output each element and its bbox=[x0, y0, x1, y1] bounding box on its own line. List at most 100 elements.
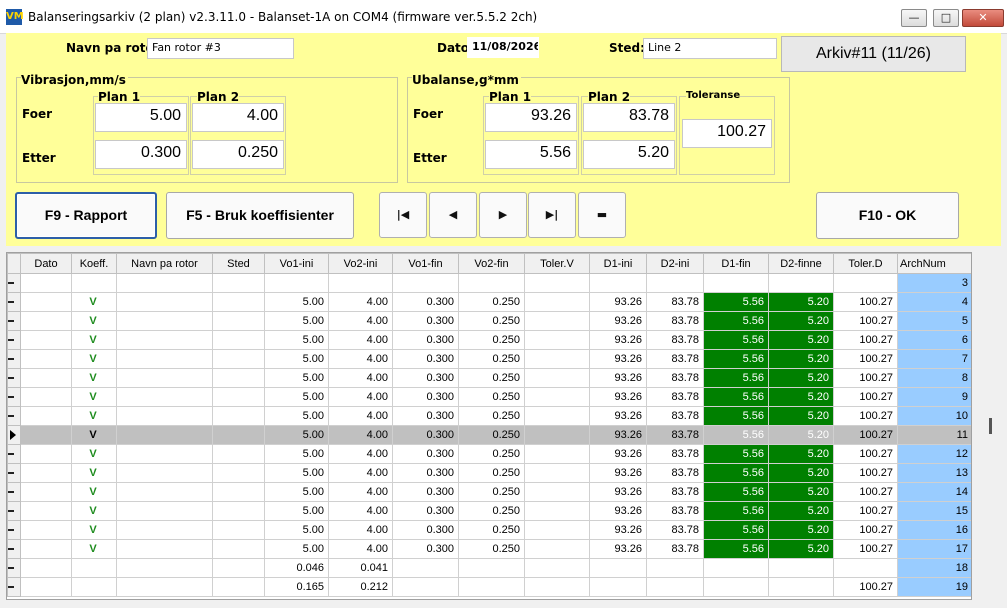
cell-told[interactable] bbox=[833, 558, 898, 578]
cell-d2f[interactable]: 5.20 bbox=[768, 406, 834, 426]
cell-vo2f[interactable]: 0.250 bbox=[458, 368, 525, 388]
cell-d1i[interactable]: 93.26 bbox=[589, 368, 647, 388]
cell-d1i[interactable]: 93.26 bbox=[589, 311, 647, 331]
cell-arch[interactable]: 9 bbox=[897, 387, 971, 407]
cell-sted[interactable] bbox=[212, 520, 265, 540]
cell-tolv[interactable] bbox=[524, 463, 590, 483]
cell-navn[interactable] bbox=[116, 330, 213, 350]
row-indicator[interactable] bbox=[7, 463, 21, 483]
cell-vo2f[interactable]: 0.250 bbox=[458, 406, 525, 426]
cell-vo2f[interactable]: 0.250 bbox=[458, 501, 525, 521]
cell-vo2f[interactable]: 0.250 bbox=[458, 463, 525, 483]
cell-d1i[interactable]: 93.26 bbox=[589, 292, 647, 312]
cell-vo1f[interactable]: 0.300 bbox=[392, 349, 459, 369]
cell-dato[interactable] bbox=[20, 406, 72, 426]
cell-vo2i[interactable]: 4.00 bbox=[328, 292, 393, 312]
cell-tolv[interactable] bbox=[524, 577, 590, 597]
cell-vo1i[interactable]: 5.00 bbox=[264, 349, 329, 369]
cell-d2i[interactable]: 83.78 bbox=[646, 406, 704, 426]
col-header[interactable]: Toler.D bbox=[833, 253, 898, 274]
cell-dato[interactable] bbox=[20, 292, 72, 312]
cell-vo1f[interactable]: 0.300 bbox=[392, 368, 459, 388]
cell-vo2f[interactable]: 0.250 bbox=[458, 520, 525, 540]
cell-vo2i[interactable]: 4.00 bbox=[328, 425, 393, 445]
cell-told[interactable]: 100.27 bbox=[833, 444, 898, 464]
cell-arch[interactable]: 3 bbox=[897, 273, 971, 293]
cell-navn[interactable] bbox=[116, 482, 213, 502]
cell-d2f[interactable]: 5.20 bbox=[768, 520, 834, 540]
cell-vo1i[interactable]: 5.00 bbox=[264, 387, 329, 407]
cell-d2i[interactable]: 83.78 bbox=[646, 387, 704, 407]
cell-tolv[interactable] bbox=[524, 444, 590, 464]
cell-vo2f[interactable]: 0.250 bbox=[458, 482, 525, 502]
cell-vo2i[interactable] bbox=[328, 273, 393, 293]
table-row[interactable]: V 5.00 4.00 0.300 0.250 93.26 83.78 5.56 5.20 100… bbox=[7, 482, 971, 502]
cell-d1i[interactable]: 93.26 bbox=[589, 501, 647, 521]
cell-koeff[interactable]: V bbox=[71, 330, 117, 350]
cell-vo2i[interactable]: 0.212 bbox=[328, 577, 393, 597]
cell-arch[interactable]: 4 bbox=[897, 292, 971, 312]
cell-navn[interactable] bbox=[116, 463, 213, 483]
row-indicator[interactable] bbox=[7, 273, 21, 293]
table-row[interactable]: V 5.00 4.00 0.300 0.250 93.26 83.78 5.56 5.20 100… bbox=[7, 501, 971, 521]
cell-navn[interactable] bbox=[116, 577, 213, 597]
cell-told[interactable]: 100.27 bbox=[833, 425, 898, 445]
cell-told[interactable]: 100.27 bbox=[833, 311, 898, 331]
cell-navn[interactable] bbox=[116, 273, 213, 293]
cell-vo1i[interactable]: 5.00 bbox=[264, 311, 329, 331]
cell-sted[interactable] bbox=[212, 425, 265, 445]
cell-d1i[interactable]: 93.26 bbox=[589, 349, 647, 369]
cell-sted[interactable] bbox=[212, 444, 265, 464]
cell-vo1f[interactable]: 0.300 bbox=[392, 406, 459, 426]
cell-d2i[interactable]: 83.78 bbox=[646, 425, 704, 445]
prev-record-button[interactable]: ◀ bbox=[429, 192, 477, 238]
cell-dato[interactable] bbox=[20, 330, 72, 350]
cell-d2f[interactable] bbox=[768, 273, 834, 293]
cell-koeff[interactable]: V bbox=[71, 444, 117, 464]
table-row[interactable]: V 5.00 4.00 0.300 0.250 93.26 83.78 5.56 5.20 100… bbox=[7, 406, 971, 426]
cell-d1f[interactable]: 5.56 bbox=[703, 501, 769, 521]
table-row[interactable]: V 5.00 4.00 0.300 0.250 93.26 83.78 5.56 5.20 100… bbox=[7, 387, 971, 407]
cell-d2f[interactable]: 5.20 bbox=[768, 292, 834, 312]
table-row[interactable]: 0.046 0.041 18 bbox=[7, 558, 971, 578]
row-indicator[interactable] bbox=[7, 349, 21, 369]
cell-d2i[interactable] bbox=[646, 577, 704, 597]
cell-d2f[interactable]: 5.20 bbox=[768, 482, 834, 502]
cell-koeff[interactable]: V bbox=[71, 501, 117, 521]
cell-vo2i[interactable]: 4.00 bbox=[328, 520, 393, 540]
cell-koeff[interactable]: V bbox=[71, 292, 117, 312]
cell-arch[interactable]: 11 bbox=[897, 425, 971, 445]
cell-navn[interactable] bbox=[116, 501, 213, 521]
cell-told[interactable]: 100.27 bbox=[833, 539, 898, 559]
cell-told[interactable] bbox=[833, 273, 898, 293]
cell-tolv[interactable] bbox=[524, 311, 590, 331]
cell-d2f[interactable]: 5.20 bbox=[768, 444, 834, 464]
cell-d2i[interactable]: 83.78 bbox=[646, 444, 704, 464]
col-header[interactable]: Navn pa rotor bbox=[116, 253, 213, 274]
cell-tolv[interactable] bbox=[524, 425, 590, 445]
cell-d1f[interactable]: 5.56 bbox=[703, 520, 769, 540]
cell-vo2f[interactable]: 0.250 bbox=[458, 387, 525, 407]
scrollbar-thumb[interactable] bbox=[989, 418, 992, 434]
cell-tolv[interactable] bbox=[524, 520, 590, 540]
cell-koeff[interactable]: V bbox=[71, 387, 117, 407]
cell-vo2i[interactable]: 4.00 bbox=[328, 368, 393, 388]
row-indicator[interactable] bbox=[7, 330, 21, 350]
ok-button[interactable]: F10 - OK bbox=[816, 192, 959, 239]
cell-told[interactable]: 100.27 bbox=[833, 349, 898, 369]
maximize-button[interactable]: □ bbox=[933, 9, 959, 27]
cell-d1i[interactable]: 93.26 bbox=[589, 520, 647, 540]
table-row[interactable]: V 5.00 4.00 0.300 0.250 93.26 83.78 5.56 5.20 100… bbox=[7, 330, 971, 350]
col-header[interactable]: D1-fin bbox=[703, 253, 769, 274]
cell-d1i[interactable]: 93.26 bbox=[589, 444, 647, 464]
table-row[interactable]: V 5.00 4.00 0.300 0.250 93.26 83.78 5.56 5.20 100… bbox=[7, 444, 971, 464]
archive-grid[interactable]: Dato Koeff. Navn pa rotor Sted Vo1-ini V… bbox=[6, 252, 972, 600]
cell-d2i[interactable]: 83.78 bbox=[646, 463, 704, 483]
cell-vo1i[interactable]: 5.00 bbox=[264, 463, 329, 483]
cell-d2i[interactable]: 83.78 bbox=[646, 368, 704, 388]
cell-d1i[interactable]: 93.26 bbox=[589, 463, 647, 483]
cell-d2f[interactable]: 5.20 bbox=[768, 330, 834, 350]
cell-koeff[interactable]: V bbox=[71, 311, 117, 331]
cell-sted[interactable] bbox=[212, 577, 265, 597]
col-header[interactable]: Toler.V bbox=[524, 253, 590, 274]
